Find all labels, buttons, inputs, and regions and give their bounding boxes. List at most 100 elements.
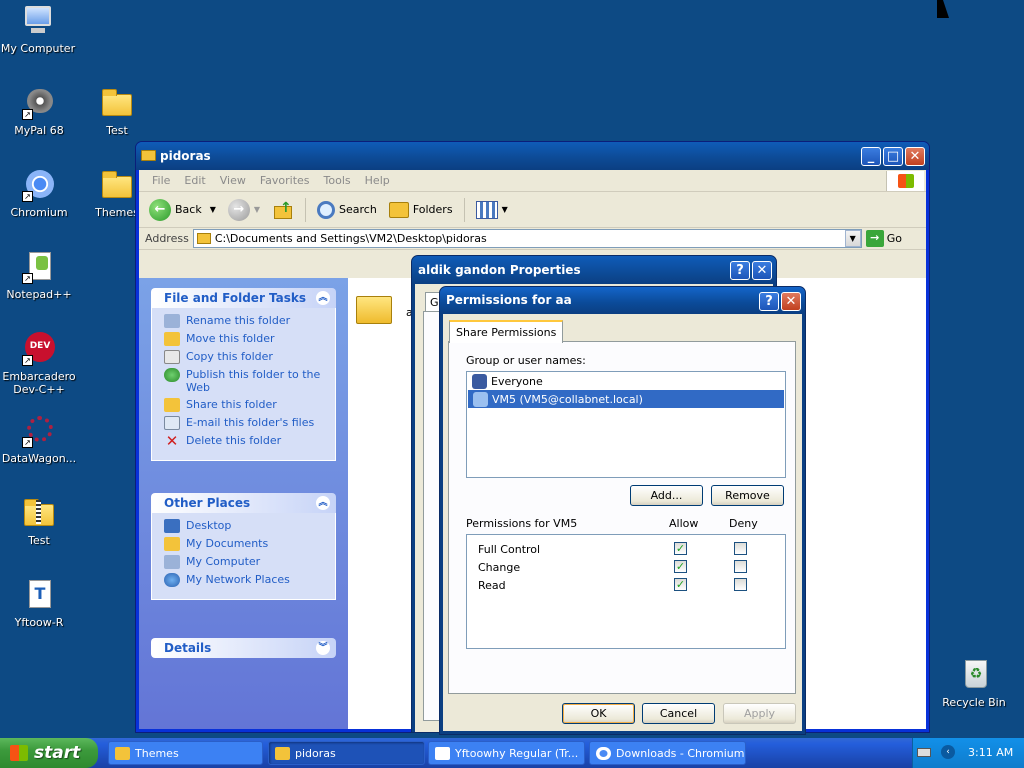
up-button[interactable]: ↑: [268, 198, 298, 222]
address-dropdown-icon[interactable]: ▼: [844, 230, 861, 247]
forward-dropdown-icon[interactable]: ▼: [254, 205, 260, 214]
folders-button[interactable]: Folders: [385, 200, 457, 220]
task-label: Publish this folder to the Web: [186, 368, 321, 394]
add-button[interactable]: Add...: [630, 485, 703, 506]
task-move-folder[interactable]: Move this folder: [164, 332, 327, 346]
file-folder-tasks-header[interactable]: File and Folder Tasks ︽: [151, 288, 336, 308]
back-arrow-icon: ←: [149, 198, 171, 221]
allow-checkbox[interactable]: ✓: [674, 578, 687, 591]
task-label: E-mail this folder's files: [186, 416, 315, 429]
menu-help[interactable]: Help: [358, 174, 397, 187]
folder-icon: [275, 747, 290, 760]
task-copy-folder[interactable]: Copy this folder: [164, 350, 327, 364]
help-button[interactable]: ?: [759, 292, 779, 311]
permissions-titlebar[interactable]: Permissions for aa ? ✕: [440, 287, 805, 314]
font-file-icon: [435, 747, 450, 760]
deny-checkbox[interactable]: [734, 578, 747, 591]
address-input[interactable]: C:\Documents and Settings\VM2\Desktop\pi…: [192, 229, 862, 248]
clock[interactable]: 3:11 AM: [968, 746, 1013, 759]
explorer-titlebar[interactable]: pidoras _ □ ✕: [136, 142, 929, 170]
task-share-folder[interactable]: Share this folder: [164, 398, 327, 412]
place-label: My Computer: [186, 555, 261, 568]
apply-button[interactable]: Apply: [723, 703, 796, 724]
desktop-icon: [164, 519, 180, 533]
place-my-documents[interactable]: My Documents: [164, 537, 327, 551]
place-label: My Network Places: [186, 573, 290, 586]
collapse-chevron-icon[interactable]: ︽: [316, 496, 330, 510]
desktop-icon-test-folder[interactable]: Test: [77, 86, 157, 137]
ok-button[interactable]: OK: [562, 703, 635, 724]
allow-checkbox[interactable]: ✓: [674, 542, 687, 555]
delete-icon: ✕: [165, 432, 179, 450]
taskbar-item-chromium[interactable]: Downloads - Chromium: [589, 741, 746, 765]
deny-checkbox[interactable]: [734, 560, 747, 573]
help-button[interactable]: ?: [730, 261, 750, 280]
desktop-icon-notepadpp[interactable]: ↗ Notepad++: [0, 250, 79, 301]
start-button[interactable]: start: [0, 738, 98, 768]
permission-name: Change: [478, 561, 521, 574]
close-button[interactable]: ✕: [752, 261, 772, 280]
desktop-icon-test-zip[interactable]: Test: [0, 496, 79, 547]
views-button[interactable]: ▼: [472, 199, 512, 221]
cancel-button[interactable]: Cancel: [642, 703, 715, 724]
desktop-icon-recycle-bin[interactable]: ♻ Recycle Bin: [934, 658, 1014, 709]
deny-checkbox[interactable]: [734, 542, 747, 555]
folder-icon[interactable]: [356, 296, 392, 324]
task-email-files[interactable]: E-mail this folder's files: [164, 416, 327, 430]
tab-share-permissions[interactable]: Share Permissions: [449, 320, 564, 343]
taskbar-item-pidoras[interactable]: pidoras: [268, 741, 425, 765]
keyboard-icon[interactable]: [917, 748, 931, 757]
folders-label: Folders: [412, 203, 453, 216]
desktop-icon-chromium[interactable]: ↗ Chromium: [0, 168, 79, 219]
go-button[interactable]: → Go: [865, 230, 926, 247]
list-item[interactable]: VM5 (VM5@collabnet.local): [468, 390, 784, 408]
mypal-icon: ↗: [22, 86, 56, 120]
move-icon: [164, 332, 180, 346]
close-button[interactable]: ✕: [905, 147, 925, 166]
globe-icon: [164, 368, 180, 382]
user-list[interactable]: Everyone VM5 (VM5@collabnet.local): [466, 371, 786, 478]
desktop-icon-yftoow[interactable]: T Yftoow-R: [0, 578, 79, 629]
show-hidden-icons-icon[interactable]: ‹: [941, 745, 955, 759]
menu-favorites[interactable]: Favorites: [253, 174, 317, 187]
back-button[interactable]: ← Back ▼: [145, 197, 220, 223]
desktop-icon-mypal[interactable]: ↗ MyPal 68: [0, 86, 79, 137]
desktop-icon-label: MyPal 68: [14, 124, 64, 137]
search-button[interactable]: Search: [313, 199, 381, 221]
desktop-icon-my-computer[interactable]: My Computer: [0, 4, 78, 55]
collapse-chevron-icon[interactable]: ︽: [316, 291, 330, 305]
menu-view[interactable]: View: [213, 174, 253, 187]
maximize-button[interactable]: □: [883, 147, 903, 166]
task-publish-folder[interactable]: Publish this folder to the Web: [164, 368, 327, 394]
taskbar-item-font-viewer[interactable]: Yftoowhy Regular (Tr...: [428, 741, 585, 765]
properties-titlebar[interactable]: aldik gandon Properties ? ✕: [412, 256, 776, 284]
desktop-icon-datawagon[interactable]: ↗ DataWagon...: [0, 414, 79, 465]
permission-row: Change ✓: [467, 559, 785, 577]
task-rename-folder[interactable]: Rename this folder: [164, 314, 327, 328]
other-places-header[interactable]: Other Places ︽: [151, 493, 336, 513]
menu-tools[interactable]: Tools: [317, 174, 358, 187]
place-my-network[interactable]: My Network Places: [164, 573, 327, 587]
details-header[interactable]: Details ︾: [151, 638, 336, 658]
minimize-button[interactable]: _: [861, 147, 881, 166]
recycle-bin-icon: ♻: [957, 658, 991, 692]
permission-row: Full Control ✓: [467, 541, 785, 559]
place-desktop[interactable]: Desktop: [164, 519, 327, 533]
list-item[interactable]: Everyone: [467, 372, 785, 390]
taskbar-item-themes[interactable]: Themes: [108, 741, 263, 765]
forward-button[interactable]: → ▼: [224, 197, 264, 223]
desktop-icon-label: Chromium: [10, 206, 68, 219]
group-names-label: Group or user names:: [466, 354, 586, 367]
expand-chevron-icon[interactable]: ︾: [316, 641, 330, 655]
task-delete-folder[interactable]: ✕ Delete this folder: [164, 432, 327, 450]
place-my-computer[interactable]: My Computer: [164, 555, 327, 569]
folder-icon: [115, 747, 130, 760]
menu-file[interactable]: File: [145, 174, 177, 187]
remove-button[interactable]: Remove: [711, 485, 784, 506]
allow-checkbox[interactable]: ✓: [674, 560, 687, 573]
permissions-dialog: Permissions for aa ? ✕ Share Permissions…: [439, 286, 806, 735]
back-dropdown-icon[interactable]: ▼: [210, 205, 216, 214]
menu-edit[interactable]: Edit: [177, 174, 212, 187]
close-button[interactable]: ✕: [781, 292, 801, 311]
desktop-icon-devcpp[interactable]: DEV ↗ Embarcadero Dev-C++: [0, 332, 79, 396]
